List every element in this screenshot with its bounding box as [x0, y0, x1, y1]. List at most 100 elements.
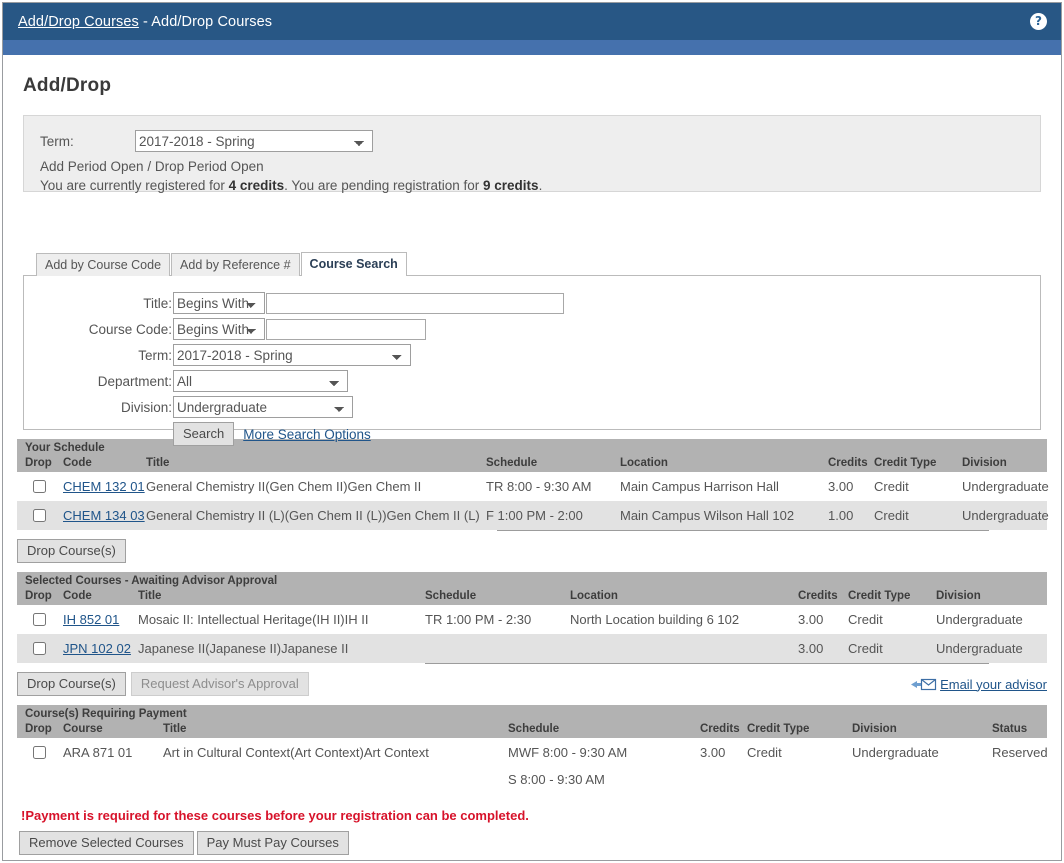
pay-must-pay-courses-button[interactable]: Pay Must Pay Courses [197, 831, 349, 855]
your-schedule-actions: Drop Course(s) [17, 539, 1047, 563]
title-input[interactable] [266, 293, 564, 314]
your-schedule-header-row: Drop Code Title Schedule Location Credit… [17, 456, 1047, 472]
row-schedule-cell: MWF 8:00 - 9:30 AM S 8:00 - 9:30 AM [508, 738, 700, 794]
search-term-select[interactable]: 2017-2018 - Spring [173, 344, 411, 366]
tab-add-by-course-code[interactable]: Add by Course Code [36, 253, 170, 276]
drop-checkbox[interactable] [33, 509, 46, 522]
course-code-input[interactable] [266, 319, 426, 340]
section-divider [425, 663, 989, 664]
drop-checkbox[interactable] [33, 642, 46, 655]
breadcrumb-suffix: - Add/Drop Courses [139, 14, 272, 30]
row-credit-type-cell: Credit [848, 634, 936, 663]
term-select[interactable]: 2017-2018 - Spring [135, 130, 373, 152]
table-row: ARA 871 01 Art in Cultural Context(Art C… [17, 738, 1047, 794]
registered-credits: 4 credits [229, 178, 285, 193]
course-code-link[interactable]: CHEM 134 03 [63, 508, 145, 523]
payment-courses-header-row: Drop Course Title Schedule Credits Credi… [17, 722, 1047, 738]
row-drop-cell [17, 605, 63, 634]
course-code-link[interactable]: IH 852 01 [63, 612, 119, 627]
search-term-label: Term: [24, 348, 173, 363]
course-code-operator-select[interactable]: Begins With [173, 318, 265, 340]
department-label: Department: [24, 374, 173, 389]
breadcrumb-link[interactable]: Add/Drop Courses [18, 14, 139, 30]
row-drop-cell [17, 501, 63, 530]
department-select[interactable]: All [173, 370, 348, 392]
col-credits: Credits [828, 456, 874, 472]
drop-checkbox[interactable] [33, 746, 46, 759]
schedule-line-1: MWF 8:00 - 9:30 AM [508, 744, 700, 761]
row-credit-type-cell: Credit [874, 501, 962, 530]
tab-add-by-reference[interactable]: Add by Reference # [171, 253, 300, 276]
drop-checkbox[interactable] [33, 480, 46, 493]
row-status-cell: Reserved [992, 738, 1047, 794]
row-division-cell: Undergraduate [962, 472, 1047, 501]
email-advisor-link[interactable]: Email your advisor [940, 677, 1047, 692]
schedule-line-2: S 8:00 - 9:30 AM [508, 771, 700, 788]
col-status: Status [992, 722, 1047, 738]
col-code: Code [63, 589, 138, 605]
col-title: Title [146, 456, 486, 472]
col-code: Code [63, 456, 146, 472]
breadcrumb: Add/Drop Courses - Add/Drop Courses [18, 14, 272, 30]
row-credits-cell: 1.00 [828, 501, 874, 530]
row-title-cell: Art in Cultural Context(Art Context)Art … [163, 738, 508, 794]
col-drop: Drop [17, 589, 63, 605]
row-location-cell: North Location building 6 102 [570, 605, 798, 634]
search-term-row: Term: 2017-2018 - Spring [24, 344, 1040, 366]
drop-courses-button-selected[interactable]: Drop Course(s) [17, 672, 126, 696]
drop-checkbox[interactable] [33, 613, 46, 626]
banner-accent-strip [3, 40, 1061, 55]
col-credit-type: Credit Type [747, 722, 852, 738]
division-row: Division: Undergraduate [24, 396, 1040, 418]
row-title-cell: Japanese II(Japanese II)Japanese II [138, 634, 425, 663]
row-location-cell: Main Campus Harrison Hall [620, 472, 828, 501]
selected-courses-section: Selected Courses - Awaiting Advisor Appr… [17, 572, 1047, 664]
registration-summary: You are currently registered for 4 credi… [40, 176, 1024, 195]
search-actions: Search More Search Options [24, 422, 1040, 446]
help-icon[interactable]: ? [1030, 13, 1047, 30]
row-title-cell: General Chemistry II (L)(Gen Chem II (L)… [146, 501, 486, 530]
col-drop: Drop [17, 722, 63, 738]
page-title: Add/Drop [23, 75, 1061, 97]
col-title: Title [163, 722, 508, 738]
selected-courses-table: Drop Code Title Schedule Location Credit… [17, 589, 1047, 663]
course-code-link[interactable]: JPN 102 02 [63, 641, 131, 656]
division-select[interactable]: Undergraduate [173, 396, 353, 418]
row-division-cell: Undergraduate [936, 634, 1047, 663]
col-schedule: Schedule [508, 722, 700, 738]
selected-courses-actions: Drop Course(s) Request Advisor's Approva… [17, 672, 1047, 696]
title-operator-select[interactable]: Begins With [173, 292, 265, 314]
pending-credits: 9 credits [483, 178, 539, 193]
drop-courses-button-schedule[interactable]: Drop Course(s) [17, 539, 126, 563]
row-credits-cell: 3.00 [798, 634, 848, 663]
course-search-panel: Title: Begins With Course Code: Begins W… [23, 275, 1041, 430]
row-drop-cell [17, 634, 63, 663]
row-title-cell: General Chemistry II(Gen Chem II)Gen Che… [146, 472, 486, 501]
tab-course-search[interactable]: Course Search [301, 252, 407, 276]
email-advisor[interactable]: Email your advisor [911, 677, 1047, 692]
row-schedule-cell: F 1:00 PM - 2:00 [486, 501, 620, 530]
row-schedule-cell: TR 8:00 - 9:30 AM [486, 472, 620, 501]
course-code-link[interactable]: CHEM 132 01 [63, 479, 145, 494]
row-credits-cell: 3.00 [798, 605, 848, 634]
section-divider [497, 530, 989, 531]
row-division-cell: Undergraduate [936, 605, 1047, 634]
term-row: Term: 2017-2018 - Spring [40, 130, 1024, 152]
table-row: CHEM 134 03 General Chemistry II (L)(Gen… [17, 501, 1047, 530]
app-window: Add/Drop Courses - Add/Drop Courses ? Ad… [2, 2, 1062, 861]
term-panel: Term: 2017-2018 - Spring Add Period Open… [23, 115, 1041, 192]
remove-selected-courses-button[interactable]: Remove Selected Courses [19, 831, 194, 855]
col-division: Division [962, 456, 1047, 472]
col-drop: Drop [17, 456, 63, 472]
row-drop-cell [17, 472, 63, 501]
envelope-icon [911, 678, 937, 691]
division-label: Division: [24, 400, 173, 415]
request-advisor-approval-button[interactable]: Request Advisor's Approval [131, 672, 309, 696]
payment-courses-section: Course(s) Requiring Payment Drop Course … [17, 705, 1047, 794]
more-search-options-link[interactable]: More Search Options [243, 427, 371, 442]
search-tabs-area: Add by Course Code Add by Reference # Co… [23, 252, 1041, 430]
row-credit-type-cell: Credit [747, 738, 852, 794]
search-button[interactable]: Search [173, 422, 234, 446]
row-credits-cell: 3.00 [700, 738, 747, 794]
col-schedule: Schedule [486, 456, 620, 472]
